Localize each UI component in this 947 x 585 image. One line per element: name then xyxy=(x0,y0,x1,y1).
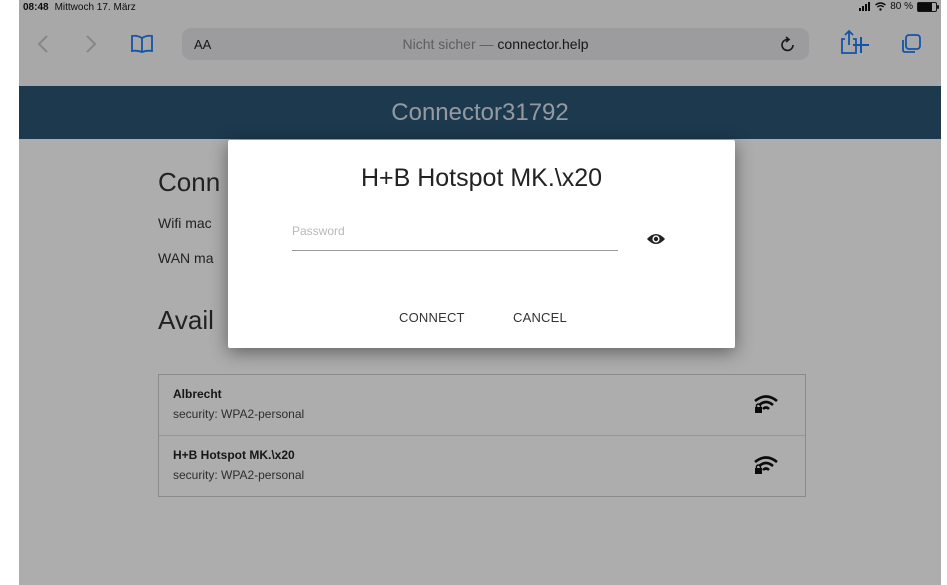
password-input[interactable] xyxy=(292,224,618,251)
device-bezel-left xyxy=(0,0,19,585)
device-screen: 08:48 Mittwoch 17. März 80 % AA Nicht si… xyxy=(19,0,941,585)
eye-icon[interactable] xyxy=(646,232,666,246)
device-bezel-right xyxy=(941,0,947,585)
connect-dialog: H+B Hotspot MK.\x20 Password CONNECT CAN… xyxy=(228,140,735,348)
dialog-title: H+B Hotspot MK.\x20 xyxy=(360,164,603,192)
cancel-button[interactable]: CANCEL xyxy=(513,310,567,325)
connect-button[interactable]: CONNECT xyxy=(399,310,465,325)
